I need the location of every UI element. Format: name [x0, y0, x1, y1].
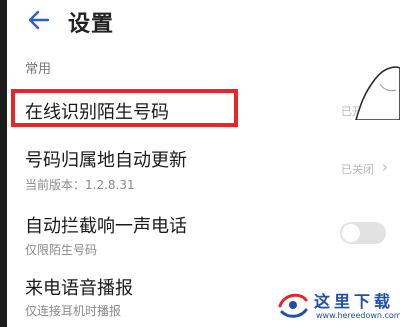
back-arrow-icon [28, 10, 50, 30]
chevron-right-icon: › [382, 158, 388, 176]
setting-subtitle: 仅限陌生号码 [25, 243, 98, 257]
pointing-finger-icon [355, 66, 400, 120]
toggle-knob [342, 224, 360, 242]
highlight-box [11, 89, 238, 127]
setting-subtitle: 当前版本：1.2.8.31 [25, 178, 135, 192]
setting-title: 号码归属地自动更新 [25, 150, 187, 171]
screen-edge [0, 0, 7, 327]
setting-location-update[interactable]: 号码归属地自动更新 当前版本：1.2.8.31 已关闭 › [8, 140, 400, 196]
watermark-url: www.hereedown.com [316, 311, 400, 320]
page-title: 设置 [68, 12, 115, 37]
watermark-logo-icon [278, 293, 308, 318]
header: 设置 [0, 0, 400, 44]
setting-title: 来电语音播报 [25, 278, 133, 299]
setting-status: 已关闭 [341, 163, 374, 176]
section-label-common: 常用 [25, 62, 52, 77]
watermark: 这里下载 www.hereedown.com [268, 283, 400, 327]
watermark-title: 这里下载 [314, 292, 395, 311]
block-one-ring-toggle[interactable] [340, 222, 386, 244]
setting-subtitle: 仅连接耳机时播报 [25, 304, 122, 318]
setting-title: 自动拦截响一声电话 [25, 216, 187, 237]
setting-block-one-ring[interactable]: 自动拦截响一声电话 仅限陌生号码 [8, 206, 400, 262]
back-button[interactable] [26, 7, 52, 33]
